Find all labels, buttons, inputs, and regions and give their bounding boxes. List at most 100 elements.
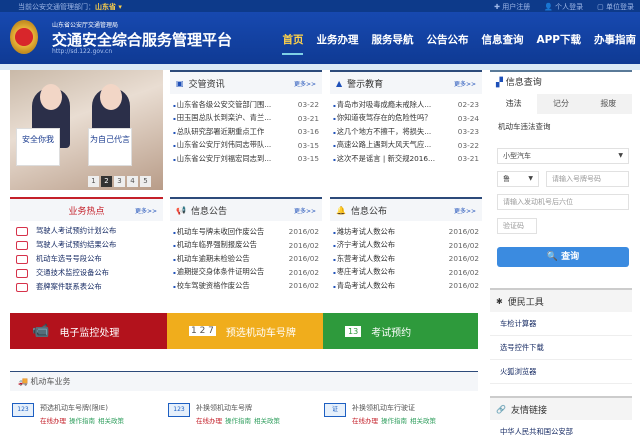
nav-service[interactable]: 服务导航: [371, 32, 413, 55]
tool-link[interactable]: 选号控件下载: [490, 336, 632, 360]
service-name[interactable]: 补换领机动车号牌: [196, 403, 283, 413]
tab-violation[interactable]: 违法: [490, 94, 538, 114]
item-title[interactable]: 这几个地方不擦干，将损失...: [333, 127, 454, 137]
list-item[interactable]: 机动车号牌未收回作废公告2016/02: [173, 225, 319, 239]
carousel-page-active[interactable]: 2: [101, 176, 112, 187]
carousel-page[interactable]: 5: [140, 176, 151, 187]
item-title[interactable]: 山东省公安厅刘伟同志带队...: [173, 140, 294, 150]
list-item[interactable]: 枣庄考试人数公布2016/02: [333, 266, 479, 280]
hot-item[interactable]: 套牌案件联系表公布: [14, 280, 159, 294]
guide-link[interactable]: 操作指南: [225, 417, 251, 425]
list-item[interactable]: 校车驾驶资格作废公告2016/02: [173, 279, 319, 293]
plate-number-input[interactable]: 请输入号牌号码: [546, 171, 629, 187]
item-title[interactable]: 山东省公安厅刘福宏同志到...: [173, 154, 294, 164]
item-date: 02-23: [457, 100, 479, 110]
vehicle-type-select[interactable]: 小型汽车 ▼: [497, 148, 629, 164]
item-title[interactable]: 逾期提交身体条件证明公告: [173, 267, 285, 277]
list-item[interactable]: 山东省公安厅刘福宏同志到...03-15: [173, 152, 319, 166]
news-carousel[interactable]: 安全你我 为自己代言 1 2 3 4 5: [10, 70, 163, 190]
friend-link[interactable]: 中华人民共和国公安部: [490, 420, 632, 444]
current-department[interactable]: 当前公安交通管理部门：山东省 ▾: [18, 2, 122, 12]
list-item[interactable]: 东营考试人数公布2016/02: [333, 252, 479, 266]
banner-exam-booking[interactable]: 13 考试预约: [323, 313, 478, 349]
item-title[interactable]: 济宁考试人数公布: [333, 240, 445, 250]
guide-link[interactable]: 操作指南: [381, 417, 407, 425]
item-title[interactable]: 山东省各级公安交管部门围...: [173, 100, 294, 110]
list-item[interactable]: 田玉国总队长到栾沪、青兰...03-21: [173, 112, 319, 126]
tab-scrap[interactable]: 报废: [585, 94, 632, 114]
list-item[interactable]: 潍坊考试人数公布2016/02: [333, 225, 479, 239]
item-title[interactable]: 青岛考试人数公布: [333, 281, 445, 291]
list-item[interactable]: 济宁考试人数公布2016/02: [333, 239, 479, 253]
list-item[interactable]: 山东省公安厅刘伟同志带队...03-15: [173, 139, 319, 153]
nav-query[interactable]: 信息查询: [481, 32, 523, 55]
list-item[interactable]: 机动车逾期未检验公告2016/02: [173, 252, 319, 266]
nav-business[interactable]: 业务办理: [316, 32, 358, 55]
policy-link[interactable]: 相关政策: [254, 417, 280, 425]
service-name[interactable]: 预选机动车号牌(限IE): [40, 403, 127, 413]
hot-item[interactable]: 机动车选号号段公布: [14, 252, 159, 266]
carousel-page[interactable]: 4: [127, 176, 138, 187]
province-select[interactable]: 鲁 ▼: [497, 171, 539, 187]
list-item[interactable]: 总队研究部署近期重点工作03-16: [173, 125, 319, 139]
hot-item[interactable]: 交通技术监控设备公布: [14, 266, 159, 280]
nav-guide[interactable]: 办事指南: [594, 32, 636, 55]
online-handle-link[interactable]: 在线办理: [352, 417, 378, 425]
list-item[interactable]: 青岛市对吸毒成瘾未戒除人...02-23: [333, 98, 479, 112]
hot-item-label: 驾驶人考试预约计划公布: [36, 226, 117, 235]
personal-login-link[interactable]: 👤 个人登录: [544, 2, 583, 12]
more-link[interactable]: 更多>>: [294, 79, 316, 88]
item-title[interactable]: 潍坊考试人数公布: [333, 227, 445, 237]
list-item[interactable]: 青岛考试人数公布2016/02: [333, 279, 479, 293]
item-title[interactable]: 这次不是谣言 | 新交规2016...: [333, 154, 454, 164]
more-link[interactable]: 更多>>: [454, 206, 476, 215]
site-title[interactable]: 交通安全综合服务管理平台: [52, 29, 232, 50]
item-title[interactable]: 校车驾驶资格作废公告: [173, 281, 285, 291]
more-link[interactable]: 更多>>: [135, 206, 157, 215]
item-title[interactable]: 总队研究部署近期重点工作: [173, 127, 294, 137]
item-title[interactable]: 机动车临界强制报废公告: [173, 240, 285, 250]
register-link[interactable]: ✚ 用户注册: [494, 2, 530, 12]
tab-points[interactable]: 记分: [537, 94, 584, 114]
item-title[interactable]: 田玉国总队长到栾沪、青兰...: [173, 113, 294, 123]
item-title[interactable]: 青岛市对吸毒成瘾未戒除人...: [333, 100, 454, 110]
tool-link[interactable]: 车检计算器: [490, 312, 632, 336]
nav-announcements[interactable]: 公告公布: [426, 32, 468, 55]
query-button[interactable]: 🔍 查询: [497, 247, 629, 267]
list-item[interactable]: 机动车临界强制报废公告2016/02: [173, 239, 319, 253]
banner-electronic-monitoring[interactable]: 📹 电子监控处理: [10, 313, 167, 349]
captcha-input[interactable]: 验证码: [497, 218, 537, 234]
policy-link[interactable]: 相关政策: [98, 417, 124, 425]
service-name[interactable]: 补换领机动车行驶证: [352, 403, 439, 413]
item-title[interactable]: 机动车逾期未检验公告: [173, 254, 285, 264]
more-link[interactable]: 更多>>: [454, 79, 476, 88]
carousel-page[interactable]: 1: [88, 176, 99, 187]
item-title[interactable]: 你知道夜驾存在的危险性吗？: [333, 113, 454, 123]
nav-home[interactable]: 首页: [282, 32, 304, 55]
list-item[interactable]: 这次不是谣言 | 新交规2016...03-21: [333, 152, 479, 166]
list-item[interactable]: 高速公路上遇到大风天气应...03-22: [333, 139, 479, 153]
item-title[interactable]: 枣庄考试人数公布: [333, 267, 445, 277]
list-item[interactable]: 逾期提交身体条件证明公告2016/02: [173, 266, 319, 280]
online-handle-link[interactable]: 在线办理: [196, 417, 222, 425]
tool-link[interactable]: 火狐浏览器: [490, 360, 632, 384]
hot-item[interactable]: 驾驶人考试预约结果公布: [14, 238, 159, 252]
unit-login-link[interactable]: ▢ 单位登录: [597, 2, 634, 12]
hot-item[interactable]: 驾驶人考试预约计划公布: [14, 224, 159, 238]
policy-link[interactable]: 相关政策: [410, 417, 436, 425]
guide-link[interactable]: 操作指南: [69, 417, 95, 425]
more-link[interactable]: 更多>>: [294, 206, 316, 215]
nav-app[interactable]: APP下载: [536, 32, 581, 55]
list-item[interactable]: 这几个地方不擦干，将损失...03-23: [333, 125, 479, 139]
list-item[interactable]: 山东省各级公安交管部门围...03-22: [173, 98, 319, 112]
online-handle-link[interactable]: 在线办理: [40, 417, 66, 425]
item-title[interactable]: 高速公路上遇到大风天气应...: [333, 140, 454, 150]
banner-plate-selection[interactable]: 1 2 7 预选机动车号牌: [167, 313, 323, 349]
engine-number-input[interactable]: 请输入发动机号后六位: [497, 194, 629, 210]
region-select[interactable]: 山东省 ▾: [95, 3, 122, 11]
item-title[interactable]: 东营考试人数公布: [333, 254, 445, 264]
carousel-page[interactable]: 3: [114, 176, 125, 187]
item-title[interactable]: 机动车号牌未收回作废公告: [173, 227, 285, 237]
item-date: 03-21: [297, 113, 319, 123]
list-item[interactable]: 你知道夜驾存在的危险性吗？03-24: [333, 112, 479, 126]
